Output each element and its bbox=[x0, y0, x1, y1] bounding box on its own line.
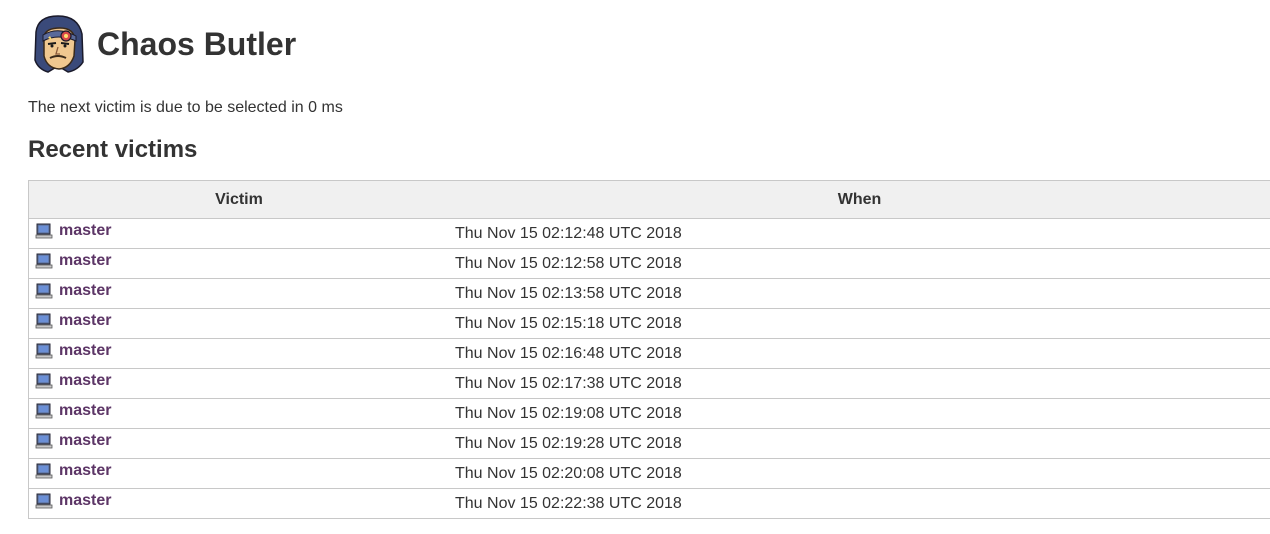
when-cell: Thu Nov 15 02:16:48 UTC 2018 bbox=[449, 338, 1270, 369]
column-header-when: When bbox=[449, 180, 1270, 219]
victim-name: master bbox=[59, 402, 112, 419]
victim-cell: master bbox=[28, 278, 449, 309]
victim-name: master bbox=[59, 462, 112, 479]
victim-name: master bbox=[59, 342, 112, 359]
table-row: master Thu Nov 15 02:19:28 UTC 2018 bbox=[28, 428, 1270, 459]
table-row: master Thu Nov 15 02:17:38 UTC 2018 bbox=[28, 368, 1270, 399]
table-row: master Thu Nov 15 02:15:18 UTC 2018 bbox=[28, 308, 1270, 339]
when-cell: Thu Nov 15 02:12:58 UTC 2018 bbox=[449, 248, 1270, 279]
computer-icon bbox=[35, 253, 53, 269]
table-row: master Thu Nov 15 02:13:58 UTC 2018 bbox=[28, 278, 1270, 309]
computer-icon bbox=[35, 343, 53, 359]
when-cell: Thu Nov 15 02:12:48 UTC 2018 bbox=[449, 218, 1270, 249]
computer-icon bbox=[35, 403, 53, 419]
victim-cell: master bbox=[28, 218, 449, 249]
victim-cell: master bbox=[28, 368, 449, 399]
victim-name: master bbox=[59, 282, 112, 299]
victims-table: Victim When master Thu Nov 15 02:12:48 U… bbox=[28, 180, 1270, 519]
computer-icon bbox=[35, 463, 53, 479]
victims-table-body: master Thu Nov 15 02:12:48 UTC 2018 mast… bbox=[28, 218, 1270, 519]
computer-icon bbox=[35, 223, 53, 239]
victim-cell: master bbox=[28, 428, 449, 459]
victim-link[interactable]: master bbox=[35, 222, 111, 240]
next-victim-status: The next victim is due to be selected in… bbox=[28, 99, 343, 116]
when-cell: Thu Nov 15 02:17:38 UTC 2018 bbox=[449, 368, 1270, 399]
victim-link[interactable]: master bbox=[35, 432, 111, 450]
when-cell: Thu Nov 15 02:19:28 UTC 2018 bbox=[449, 428, 1270, 459]
computer-icon bbox=[35, 373, 53, 389]
victim-name: master bbox=[59, 222, 112, 239]
computer-icon bbox=[35, 493, 53, 509]
victim-cell: master bbox=[28, 338, 449, 369]
victim-link[interactable]: master bbox=[35, 252, 111, 270]
victim-cell: master bbox=[28, 248, 449, 279]
victim-link[interactable]: master bbox=[35, 312, 111, 330]
when-cell: Thu Nov 15 02:15:18 UTC 2018 bbox=[449, 308, 1270, 339]
table-row: master Thu Nov 15 02:20:08 UTC 2018 bbox=[28, 458, 1270, 489]
column-header-victim: Victim bbox=[28, 180, 449, 219]
when-cell: Thu Nov 15 02:19:08 UTC 2018 bbox=[449, 398, 1270, 429]
computer-icon bbox=[35, 313, 53, 329]
app-header: Chaos Butler bbox=[28, 14, 296, 74]
victim-link[interactable]: master bbox=[35, 342, 111, 360]
victim-link[interactable]: master bbox=[35, 402, 111, 420]
table-row: master Thu Nov 15 02:22:38 UTC 2018 bbox=[28, 488, 1270, 519]
table-row: master Thu Nov 15 02:12:58 UTC 2018 bbox=[28, 248, 1270, 279]
victim-cell: master bbox=[28, 308, 449, 339]
victim-link[interactable]: master bbox=[35, 492, 111, 510]
table-header-row: Victim When bbox=[28, 180, 1270, 219]
victim-name: master bbox=[59, 432, 112, 449]
table-row: master Thu Nov 15 02:19:08 UTC 2018 bbox=[28, 398, 1270, 429]
victim-cell: master bbox=[28, 458, 449, 489]
table-row: master Thu Nov 15 02:16:48 UTC 2018 bbox=[28, 338, 1270, 369]
when-cell: Thu Nov 15 02:22:38 UTC 2018 bbox=[449, 488, 1270, 519]
victim-name: master bbox=[59, 492, 112, 509]
victim-cell: master bbox=[28, 488, 449, 519]
victim-name: master bbox=[59, 372, 112, 389]
victim-name: master bbox=[59, 252, 112, 269]
victim-link[interactable]: master bbox=[35, 372, 111, 390]
when-cell: Thu Nov 15 02:20:08 UTC 2018 bbox=[449, 458, 1270, 489]
victim-link[interactable]: master bbox=[35, 282, 111, 300]
when-cell: Thu Nov 15 02:13:58 UTC 2018 bbox=[449, 278, 1270, 309]
victim-cell: master bbox=[28, 398, 449, 429]
app-title: Chaos Butler bbox=[97, 26, 297, 62]
recent-victims-heading: Recent victims bbox=[28, 136, 198, 163]
computer-icon bbox=[35, 283, 53, 299]
victim-name: master bbox=[59, 312, 112, 329]
table-row: master Thu Nov 15 02:12:48 UTC 2018 bbox=[28, 218, 1270, 249]
butler-face-icon bbox=[34, 15, 84, 73]
computer-icon bbox=[35, 433, 53, 449]
victim-link[interactable]: master bbox=[35, 462, 111, 480]
